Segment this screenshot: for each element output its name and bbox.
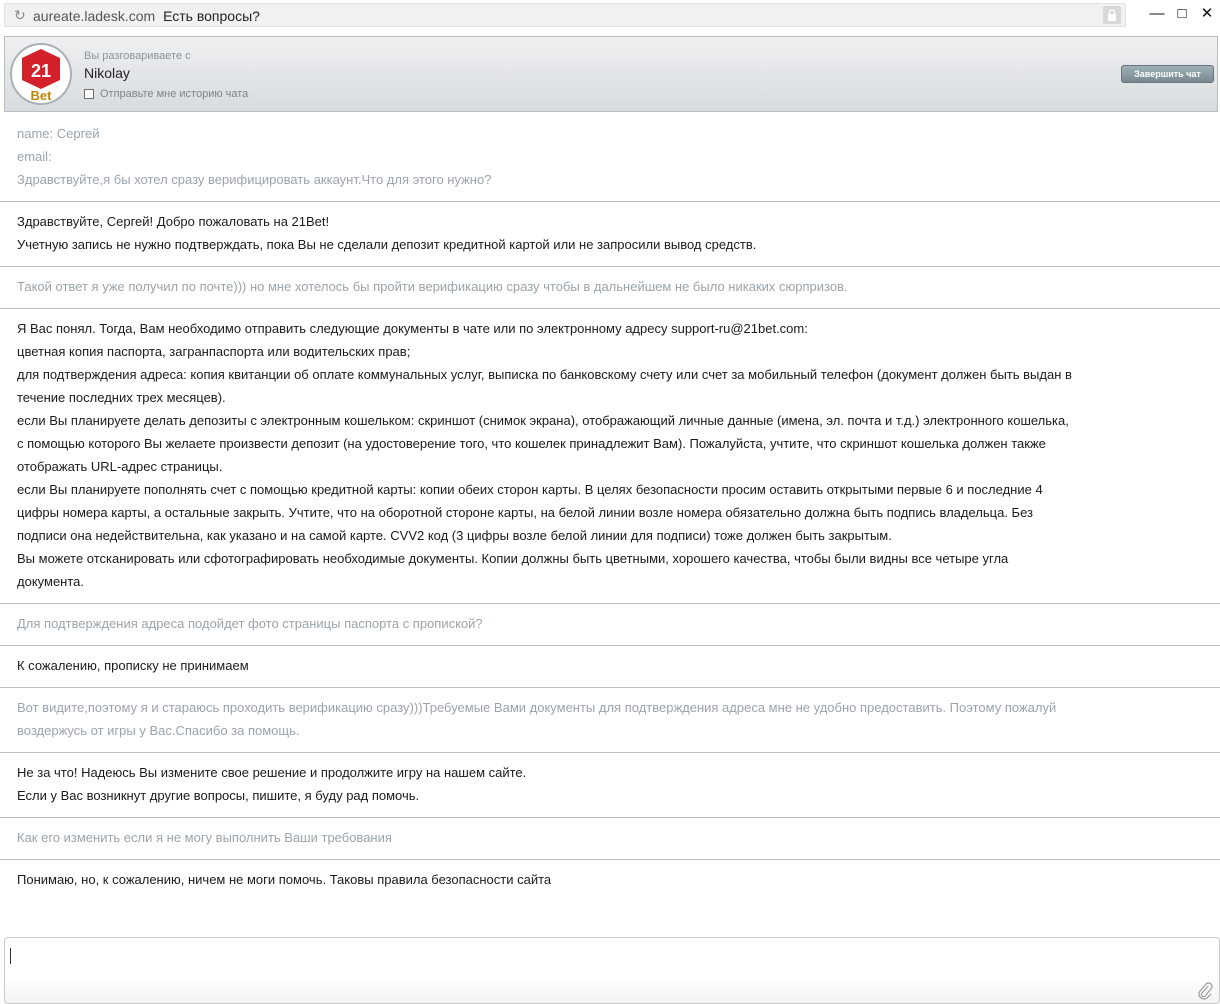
message-line: Здравствуйте,я бы хотел сразу верифициро… [17, 172, 492, 187]
message-line: если Вы планируете пополнять счет с помо… [17, 482, 1043, 497]
message-line: для подтверждения адреса: копия квитанци… [17, 367, 1072, 382]
lock-icon[interactable] [1103, 6, 1121, 24]
message-line: Такой ответ я уже получил по почте))) но… [17, 279, 848, 294]
send-history-option[interactable]: Отправьте мне историю чата [84, 88, 248, 100]
visitor-message: Такой ответ я уже получил по почте))) но… [0, 267, 1220, 309]
message-line: Здравствуйте, Сергей! Добро пожаловать н… [17, 214, 330, 229]
message-list[interactable]: name: Сергей email: Здравствуйте,я бы хоте… [0, 114, 1220, 932]
visitor-message: name: Сергей email: Здравствуйте,я бы хоте… [0, 114, 1220, 202]
text-caret [10, 948, 11, 964]
chat-header: 21 Bet Вы разговариваете с Nikolay Отпра… [4, 36, 1218, 112]
avatar: 21 Bet [10, 43, 72, 105]
message-line: Понимаю, но, к сожалению, ничем не моги … [17, 872, 552, 887]
browser-titlebar: ↻ aureate.ladesk.com Есть вопросы? — □ ✕ [0, 0, 1220, 31]
agent-message: Понимаю, но, к сожалению, ничем не моги … [0, 860, 1220, 901]
message-line: Если у Вас возникнут другие вопросы, пиш… [17, 788, 420, 803]
21bet-logo: 21 Bet [22, 49, 60, 103]
message-line: с помощью которого Вы желаете произвести… [17, 436, 1046, 451]
send-history-label: Отправьте мне историю чата [100, 88, 249, 100]
message-input[interactable] [4, 937, 1220, 1004]
message-line: Вот видите,поэтому я и стараюсь проходит… [17, 700, 1057, 715]
agent-name: Nikolay [84, 65, 130, 81]
message-line: если Вы планируете делать депозиты с эле… [17, 413, 1069, 428]
visitor-message: Для подтверждения адреса подойдет фото с… [0, 604, 1220, 646]
message-line: течение последних трех месяцев). [17, 390, 226, 405]
svg-text:Bet: Bet [31, 88, 53, 103]
message-line: Для подтверждения адреса подойдет фото с… [17, 616, 483, 631]
message-line: Учетную запись не нужно подтверждать, по… [17, 237, 757, 252]
message-line: цветная копия паспорта, загранпаспорта и… [17, 344, 411, 359]
window-title: Есть вопросы? [163, 8, 260, 24]
reload-icon[interactable]: ↻ [14, 7, 26, 24]
close-icon[interactable]: ✕ [1196, 4, 1218, 24]
visitor-message: Как его изменить если я не могу выполнит… [0, 818, 1220, 860]
agent-message: Я Вас понял. Тогда, Вам необходимо отпра… [0, 309, 1220, 604]
message-line: воздержусь от игры у Вас.Спасибо за помо… [17, 723, 300, 738]
maximize-icon[interactable]: □ [1171, 4, 1193, 24]
svg-text:21: 21 [31, 61, 51, 81]
message-line: name: Сергей [17, 126, 100, 141]
message-line: К сожалению, прописку не принимаем [17, 658, 249, 673]
message-line: Не за что! Надеюсь Вы измените свое реше… [17, 765, 527, 780]
address-host: aureate.ladesk.com [33, 8, 156, 24]
message-line: Я Вас понял. Тогда, Вам необходимо отпра… [17, 321, 808, 336]
message-line: email: [17, 149, 52, 164]
agent-message: К сожалению, прописку не принимаем [0, 646, 1220, 688]
message-line: цифры номера карты, а остальные закрыть.… [17, 505, 1033, 520]
message-line: Вы можете отсканировать или сфотографиро… [17, 551, 1009, 566]
message-line: документа. [17, 574, 84, 589]
attachment-icon[interactable] [1197, 982, 1213, 1000]
message-line: отображать URL-адрес страницы. [17, 459, 223, 474]
message-line: подписи она недействительна, как указано… [17, 528, 892, 543]
end-chat-button[interactable]: Завершить чат [1121, 65, 1214, 83]
message-line: Как его изменить если я не могу выполнит… [17, 830, 392, 845]
address-text: aureate.ladesk.com Есть вопросы? [33, 8, 260, 24]
agent-message: Не за что! Надеюсь Вы измените свое реше… [0, 753, 1220, 818]
send-history-checkbox[interactable] [84, 89, 94, 99]
visitor-message: Вот видите,поэтому я и стараюсь проходит… [0, 688, 1220, 753]
agent-message: Здравствуйте, Сергей! Добро пожаловать н… [0, 202, 1220, 267]
talking-to-label: Вы разговариваете с [84, 50, 191, 62]
minimize-icon[interactable]: — [1146, 4, 1168, 24]
address-bar[interactable]: ↻ aureate.ladesk.com Есть вопросы? [4, 3, 1126, 27]
